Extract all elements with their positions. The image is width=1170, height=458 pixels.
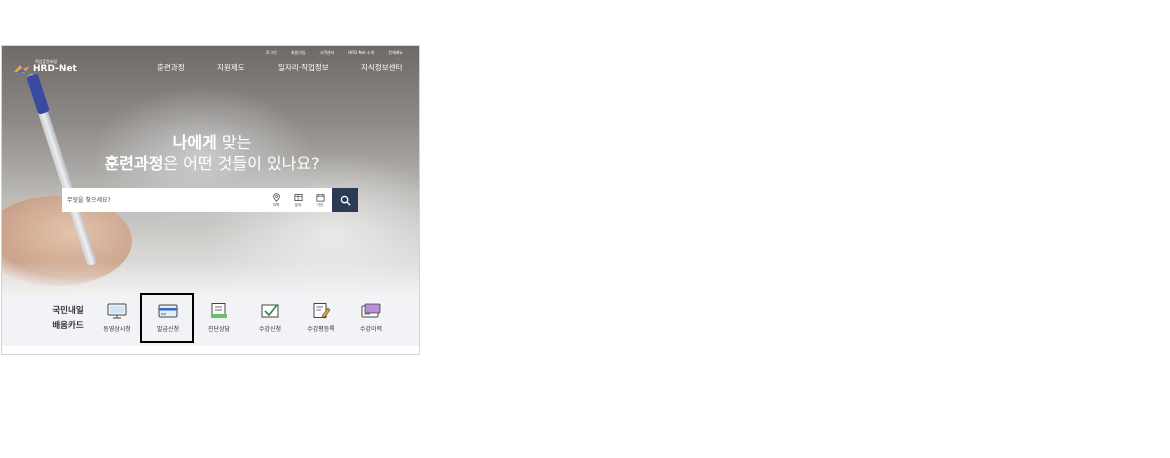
card-title: 국민내일 배움카드 (46, 304, 90, 334)
filter-region-label: 지역 (272, 202, 280, 207)
card-item-enroll-label: 수강신청 (258, 326, 282, 333)
search-bar: 지역 분야 기간 (62, 188, 358, 212)
filter-field[interactable]: 분야 (288, 190, 308, 210)
search-filters: 지역 분야 기간 (266, 190, 330, 210)
location-pin-icon (272, 192, 280, 202)
about-link[interactable]: HRD-Net 소개 (348, 50, 374, 56)
nav-job-info[interactable]: 일자리·직업정보 (278, 62, 329, 73)
card-item-video-label: 동영상시청 (103, 326, 131, 333)
search-icon (340, 195, 351, 206)
card-item-history-label: 수강이력 (359, 326, 383, 333)
customer-center-link[interactable]: 고객센터 (320, 50, 335, 56)
login-link[interactable]: 로그인 (266, 50, 277, 56)
card-item-enroll[interactable]: 수강신청 (245, 302, 295, 342)
headline-line1-light: 맞는 (216, 133, 252, 152)
card-item-history[interactable]: 수강이력 (346, 302, 396, 342)
card-title-line1: 국민내일 (52, 306, 84, 316)
search-button[interactable] (332, 188, 358, 212)
checked-box-icon (261, 304, 279, 318)
search-field-box: 지역 분야 기간 (62, 188, 332, 212)
nav-training-courses[interactable]: 훈련과정 (157, 62, 185, 73)
card-item-consult[interactable]: 진단상담 (194, 302, 244, 342)
card-title-line2: 배움카드 (52, 321, 84, 331)
document-stack-icon (211, 303, 227, 318)
highlight-box (140, 293, 194, 343)
all-menu-link[interactable]: 전체메뉴 (388, 50, 403, 56)
category-grid-icon (294, 193, 302, 201)
utility-links: 로그인 회원가입 고객센터 HRD-Net 소개 전체메뉴 (266, 50, 403, 56)
document-edit-icon (313, 303, 331, 319)
calendar-icon (316, 193, 324, 201)
card-item-review-label: 수강평등록 (307, 326, 335, 333)
headline-line2-light: 은 어떤 것들이 있나요? (163, 154, 320, 173)
nav-knowledge-center[interactable]: 지식정보센터 (361, 62, 402, 73)
history-card-icon (361, 303, 381, 318)
filter-region[interactable]: 지역 (266, 190, 286, 210)
hero-banner: 로그인 회원가입 고객센터 HRD-Net 소개 전체메뉴 직업훈련포털 HRD… (2, 46, 419, 301)
search-input[interactable] (67, 194, 262, 206)
card-item-review[interactable]: 수강평등록 (296, 302, 346, 342)
nav-support-system[interactable]: 지원제도 (217, 62, 245, 73)
filter-field-label: 분야 (294, 202, 302, 207)
monitor-icon (107, 303, 127, 319)
headline-line2-bold: 훈련과정 (104, 154, 164, 173)
browser-screenshot-frame: 로그인 회원가입 고객센터 HRD-Net 소개 전체메뉴 직업훈련포털 HRD… (1, 45, 420, 355)
pen-cap-image (26, 73, 50, 115)
main-nav: 훈련과정 지원제도 일자리·직업정보 지식정보센터 (2, 62, 419, 74)
card-item-video[interactable]: 동영상시청 (92, 302, 142, 342)
headline-line1-bold: 나에게 (172, 133, 217, 152)
footer-strip (2, 346, 419, 354)
hero-headline: 나에게 맞는 훈련과정은 어떤 것들이 있나요? (72, 133, 352, 175)
learning-card-bar: 국민내일 배움카드 동영상시청 발급신청 진단상담 수강신청 수강평등록 수강이… (2, 294, 419, 346)
signup-link[interactable]: 회원가입 (291, 50, 306, 56)
filter-period[interactable]: 기간 (310, 190, 330, 210)
card-item-consult-label: 진단상담 (207, 326, 231, 333)
filter-period-label: 기간 (316, 202, 324, 207)
